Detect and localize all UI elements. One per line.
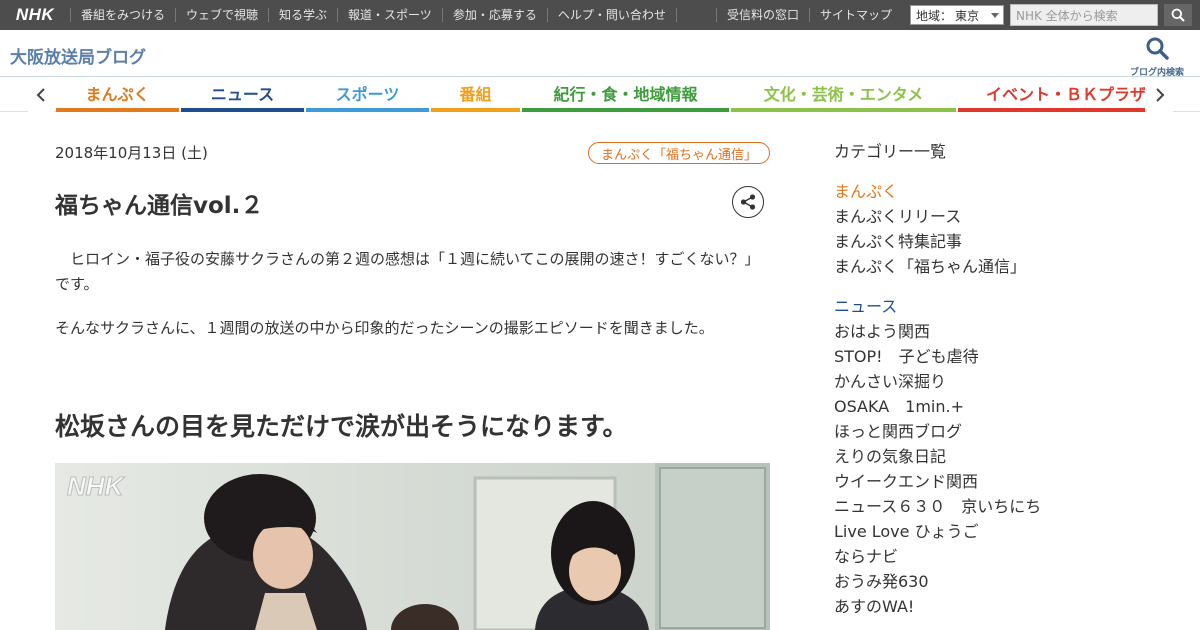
category-nav: まんぷく ニュース スポーツ 番組 紀行・食・地域情報 文化・芸術・エンタメ イ… [0, 78, 1200, 112]
sidebar-group-manpuku[interactable]: まんぷく [834, 182, 1174, 202]
gnav-learn[interactable]: 知る学ぶ [268, 8, 337, 22]
tab-programs[interactable]: 番組 [431, 78, 520, 112]
tab-events[interactable]: イベント・ＢＫプラザ [958, 78, 1145, 112]
tab-label: イベント・ＢＫプラザ [986, 85, 1145, 104]
gnav-participate[interactable]: 参加・応募する [441, 8, 547, 22]
blog-search-label: ブログ内検索 [1129, 68, 1184, 78]
nhk-watermark: NHK [67, 471, 126, 501]
article-title: 福ちゃん通信vol.２ [55, 193, 264, 219]
global-nav-bar: NHK 番組をみつける ウェブで視聴 知る学ぶ 報道・スポーツ 参加・応募する … [0, 0, 1200, 30]
tab-label: 文化・芸術・エンタメ [763, 85, 924, 104]
chevron-right-icon [1156, 88, 1165, 102]
tab-travel-food[interactable]: 紀行・食・地域情報 [522, 78, 729, 112]
blog-title[interactable]: 大阪放送局ブログ [10, 43, 146, 68]
category-next-button[interactable] [1147, 78, 1173, 112]
tab-news[interactable]: ニュース [181, 78, 304, 112]
sidebar-item[interactable]: あすのWA! [834, 594, 1174, 619]
category-tabs: まんぷく ニュース スポーツ 番組 紀行・食・地域情報 文化・芸術・エンタメ イ… [56, 78, 1145, 112]
nhk-search-input[interactable]: NHK 全体から検索 [1010, 4, 1158, 26]
tab-manpuku[interactable]: まんぷく [56, 78, 179, 112]
sidebar-item[interactable]: ほっと関西ブログ [834, 419, 1174, 444]
sidebar-item[interactable]: まんぷく「福ちゃん通信」 [834, 254, 1174, 279]
tab-label: スポーツ [335, 85, 400, 104]
tab-label: まんぷく [85, 85, 150, 104]
article-date: 2018年10月13日 (土) [55, 144, 208, 162]
global-nav-right: 受信料の窓口 サイトマップ 地域： 東京 NHK 全体から検索 [715, 0, 1200, 30]
sidebar-heading: カテゴリー一覧 [834, 142, 947, 161]
blog-header: 大阪放送局ブログ ブログ内検索 [0, 30, 1200, 78]
share-button[interactable] [732, 186, 764, 218]
sidebar-group-news[interactable]: ニュース [834, 297, 1174, 317]
sidebar-item[interactable]: おはよう関西 [834, 319, 1174, 344]
region-value: 東京 [955, 8, 980, 23]
sidebar-item[interactable]: Live Love ひょうご [834, 519, 1174, 544]
article-photo: NHK [55, 463, 770, 630]
search-placeholder: NHK 全体から検索 [1016, 8, 1118, 23]
sidebar-item[interactable]: えりの気象日記 [834, 444, 1174, 469]
blog-search-button[interactable]: ブログ内検索 [1128, 36, 1186, 78]
search-icon [1171, 8, 1185, 22]
tab-label: 紀行・食・地域情報 [553, 85, 698, 104]
chevron-down-icon [991, 13, 999, 18]
region-select[interactable]: 地域： 東京 [910, 5, 1004, 25]
gnav-news-sports[interactable]: 報道・スポーツ [337, 8, 442, 22]
tab-label: 番組 [459, 85, 492, 104]
sidebar-item[interactable]: ならナビ [834, 544, 1174, 569]
nhk-search-button[interactable] [1164, 4, 1192, 26]
nhk-logo-text: NHK [15, 5, 55, 24]
tab-sports[interactable]: スポーツ [306, 78, 429, 112]
article-paragraph-1: ヒロイン・福子役の安藤サクラさんの第２週の感想は「１週に続いてこの展開の速さ！す… [55, 250, 760, 293]
article-paragraph-2: そんなサクラさんに、１週間の放送の中から印象的だったシーンの撮影エピソードを聞き… [55, 319, 714, 337]
category-prev-button[interactable] [28, 78, 54, 112]
gnav-help[interactable]: ヘルプ・問い合わせ [546, 8, 677, 22]
photo-scene: NHK [55, 463, 770, 630]
sidebar-item[interactable]: おうみ発630 [834, 569, 1174, 594]
sidebar-item[interactable]: まんぷくリリース [834, 204, 1174, 229]
gnav-watch-web[interactable]: ウェブで視聴 [175, 8, 268, 22]
tab-culture-arts[interactable]: 文化・芸術・エンタメ [731, 78, 956, 112]
sidebar-item[interactable]: まんぷく特集記事 [834, 229, 1174, 254]
nhk-logo[interactable]: NHK [0, 0, 70, 30]
article-heading-2: 松坂さんの目を見ただけで涙が出そうになります。 [55, 412, 628, 441]
tab-label: ニュース [210, 85, 275, 104]
sidebar: カテゴリー一覧 まんぷく まんぷくリリース まんぷく特集記事 まんぷく「福ちゃん… [834, 142, 1174, 619]
chevron-left-icon [36, 88, 45, 102]
sidebar-item[interactable]: STOP! 子ども虐待 [834, 344, 1174, 369]
share-icon [740, 194, 756, 210]
search-icon [1146, 37, 1169, 60]
sidebar-item[interactable]: ウイークエンド関西 [834, 469, 1174, 494]
region-label: 地域： [916, 8, 953, 23]
gnav-fee-window[interactable]: 受信料の窓口 [715, 8, 809, 22]
article-category-tag[interactable]: まんぷく「福ちゃん通信」 [587, 142, 770, 164]
global-nav: 番組をみつける ウェブで視聴 知る学ぶ 報道・スポーツ 参加・応募する ヘルプ・… [70, 0, 677, 30]
gnav-find-programs[interactable]: 番組をみつける [70, 8, 175, 22]
sidebar-item[interactable]: かんさい深掘り [834, 369, 1174, 394]
sidebar-item[interactable]: ニュース６３０ 京いちにち [834, 494, 1174, 519]
sidebar-item[interactable]: OSAKA 1min.+ [834, 394, 1174, 419]
gnav-sitemap[interactable]: サイトマップ [808, 8, 902, 22]
